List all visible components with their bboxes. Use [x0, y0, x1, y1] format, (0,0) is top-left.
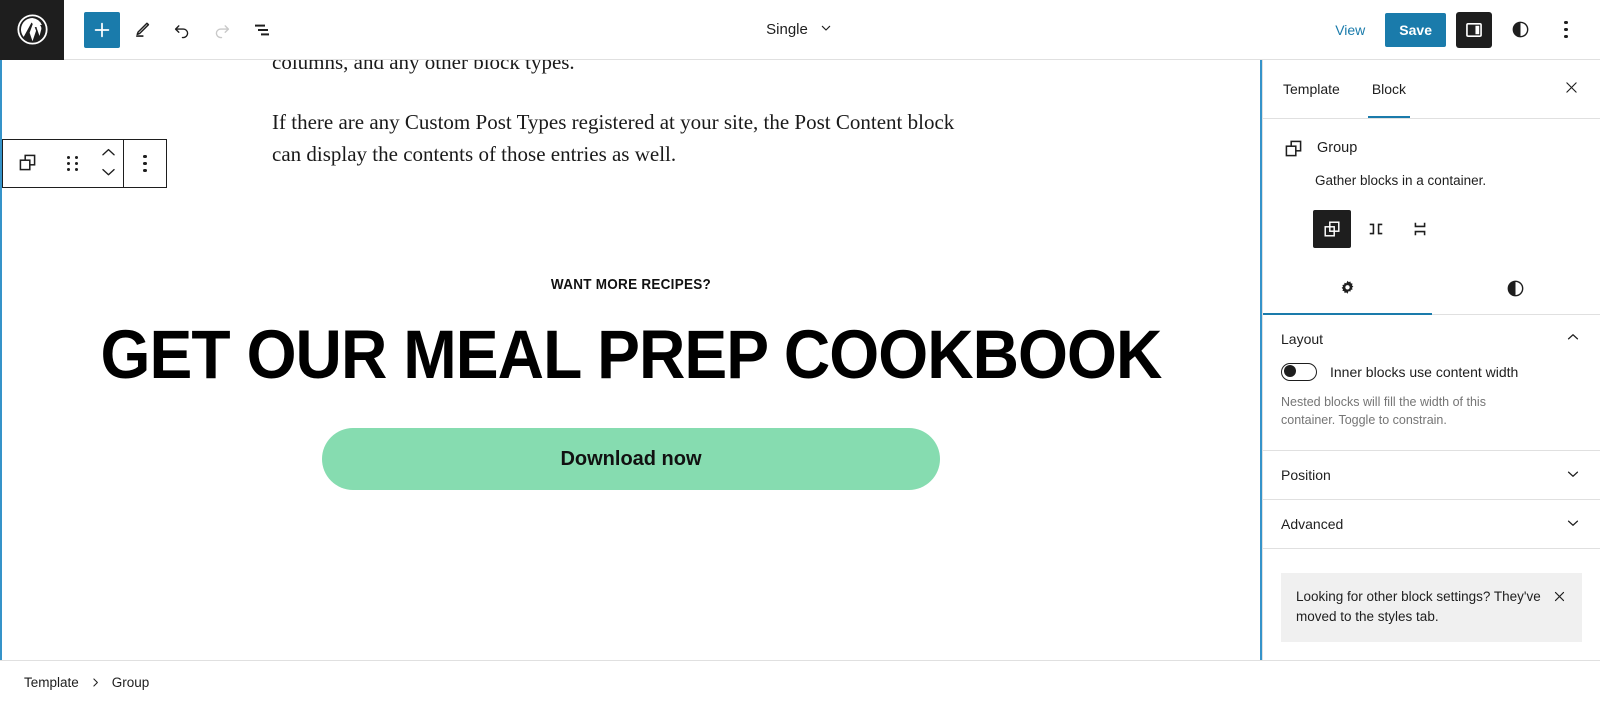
- edit-tool-button[interactable]: [124, 12, 160, 48]
- header-tools: [64, 11, 280, 48]
- breadcrumb-item-template[interactable]: Template: [24, 675, 79, 690]
- notice-close-button[interactable]: [1549, 588, 1569, 608]
- paragraph-block[interactable]: If there are any Custom Post Types regis…: [272, 106, 972, 171]
- document-overview-button[interactable]: [244, 12, 280, 48]
- block-title: Group: [1317, 140, 1358, 156]
- wordpress-site-editor: Single View Save columns, and any other …: [0, 0, 1600, 704]
- styles-contrast-icon[interactable]: [1502, 12, 1538, 48]
- settings-panel-toggle-button[interactable]: [1456, 11, 1492, 48]
- download-now-button[interactable]: Download now: [322, 428, 940, 491]
- block-more-options-button[interactable]: [124, 140, 166, 187]
- panel-position-title: Position: [1281, 467, 1331, 484]
- block-breadcrumb: Template Group: [0, 660, 1600, 704]
- block-card: Group Gather blocks in a container.: [1263, 119, 1600, 248]
- editor-body: columns, and any other block types. If t…: [0, 60, 1600, 660]
- block-toolbar-main-group: [3, 140, 123, 187]
- breadcrumb-item-group[interactable]: Group: [112, 675, 150, 690]
- tab-block[interactable]: Block: [1356, 60, 1422, 118]
- inner-blocks-content-width-label: Inner blocks use content width: [1330, 363, 1519, 380]
- cta-group[interactable]: WANT MORE RECIPES? GET OUR MEAL PREP COO…: [2, 276, 1260, 491]
- editor-canvas: columns, and any other block types. If t…: [0, 60, 1262, 660]
- inner-blocks-content-width-toggle[interactable]: [1281, 362, 1317, 381]
- sidebar-tabs: Template Block: [1263, 60, 1600, 119]
- block-toolbar: [2, 139, 167, 188]
- more-options-button[interactable]: [1548, 12, 1584, 48]
- layout-help-text: Nested blocks will fill the width of thi…: [1281, 394, 1486, 428]
- editor-header: Single View Save: [0, 0, 1600, 60]
- settings-sidebar: Template Block Group Gather blocks in a …: [1262, 60, 1600, 660]
- redo-button[interactable]: [204, 12, 240, 48]
- drag-handle-button[interactable]: [51, 140, 93, 187]
- block-type-button[interactable]: [3, 140, 51, 187]
- view-link[interactable]: View: [1325, 16, 1375, 44]
- chevron-down-icon[interactable]: [99, 165, 118, 183]
- close-icon: [1563, 79, 1580, 99]
- variation-stack-button[interactable]: [1401, 210, 1439, 248]
- document-title-label: Single: [766, 21, 808, 38]
- panel-layout: Layout Inner blocks use content width Ne…: [1263, 315, 1600, 452]
- header-actions: View Save: [1325, 11, 1600, 48]
- block-variations: [1313, 209, 1582, 248]
- panel-advanced: Advanced: [1263, 500, 1600, 550]
- chevron-up-icon[interactable]: [99, 145, 118, 163]
- document-title-button[interactable]: Single: [758, 14, 842, 46]
- tab-settings[interactable]: [1263, 266, 1432, 315]
- chevron-down-icon[interactable]: [1564, 514, 1582, 535]
- variation-group-button[interactable]: [1313, 209, 1351, 248]
- styles-moved-notice: Looking for other block settings? They'v…: [1281, 573, 1582, 642]
- panel-advanced-title: Advanced: [1281, 516, 1344, 533]
- tab-template[interactable]: Template: [1267, 60, 1356, 118]
- save-button[interactable]: Save: [1385, 12, 1446, 47]
- cta-heading[interactable]: GET OUR MEAL PREP COOKBOOK: [46, 318, 1216, 391]
- variation-row-button[interactable]: [1357, 210, 1395, 248]
- wordpress-logo-icon[interactable]: [0, 0, 64, 60]
- close-icon: [1552, 589, 1567, 607]
- three-dots-vertical-icon: [1564, 20, 1568, 39]
- post-content: columns, and any other block types. If t…: [2, 60, 1260, 171]
- sidebar-icon-tabs: [1263, 266, 1600, 315]
- cta-button-row: Download now: [2, 428, 1260, 491]
- inner-blocks-content-width-row: Inner blocks use content width: [1281, 362, 1582, 381]
- block-card-header: Group: [1281, 136, 1582, 160]
- gear-icon: [1337, 278, 1358, 302]
- chevron-down-icon[interactable]: [1564, 465, 1582, 486]
- close-sidebar-button[interactable]: [1554, 72, 1588, 106]
- panel-layout-header[interactable]: Layout: [1281, 315, 1582, 363]
- block-movers[interactable]: [93, 140, 123, 187]
- tab-styles[interactable]: [1432, 266, 1600, 314]
- block-toolbar-options-group: [124, 140, 166, 187]
- drag-handle-icon: [66, 156, 78, 171]
- paragraph-block[interactable]: columns, and any other block types.: [272, 60, 972, 79]
- panel-layout-title: Layout: [1281, 330, 1324, 347]
- selected-group-block[interactable]: columns, and any other block types. If t…: [0, 60, 1262, 660]
- undo-button[interactable]: [164, 12, 200, 48]
- add-block-button[interactable]: [84, 11, 120, 48]
- panel-advanced-header[interactable]: Advanced: [1281, 500, 1582, 548]
- panel-position-header[interactable]: Position: [1281, 451, 1582, 499]
- three-dots-vertical-icon: [143, 154, 147, 173]
- chevron-down-icon: [818, 20, 834, 40]
- group-block-icon: [16, 151, 39, 177]
- styles-contrast-icon: [1505, 278, 1526, 302]
- cta-eyebrow[interactable]: WANT MORE RECIPES?: [65, 276, 1197, 293]
- block-description: Gather blocks in a container.: [1315, 173, 1487, 188]
- panel-layout-body: Inner blocks use content width Nested bl…: [1281, 362, 1582, 451]
- group-block-icon: [1281, 136, 1305, 160]
- chevron-up-icon[interactable]: [1564, 328, 1582, 349]
- panel-position: Position: [1263, 451, 1600, 501]
- notice-text: Looking for other block settings? They'v…: [1296, 589, 1541, 625]
- chevron-right-icon: [89, 676, 102, 689]
- toggle-knob: [1284, 365, 1296, 378]
